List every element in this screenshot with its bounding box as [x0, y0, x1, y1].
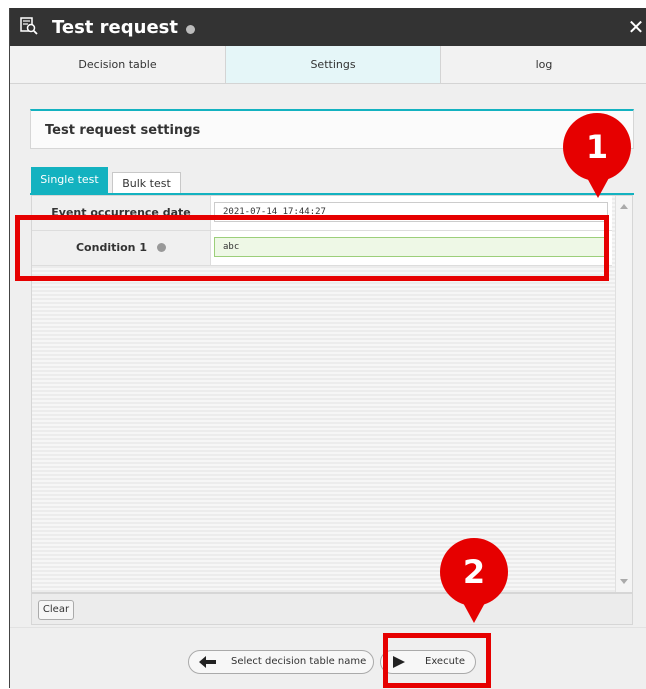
help-icon[interactable]: [186, 25, 195, 34]
scroll-up-icon[interactable]: [620, 204, 628, 209]
execute-button[interactable]: Execute: [380, 650, 476, 674]
grid-footer: Clear: [31, 593, 633, 625]
grid-row-condition-1: Condition 1 abc: [32, 231, 612, 266]
dialog-actions: Select decision table name Execute: [10, 627, 646, 689]
tab-settings[interactable]: Settings: [226, 46, 440, 83]
test-request-icon: [20, 17, 38, 35]
help-icon[interactable]: [157, 242, 166, 252]
event-date-field[interactable]: 2021-07-14 17:44:27: [214, 202, 608, 222]
arrow-left-icon: [199, 656, 216, 668]
clear-button[interactable]: Clear: [38, 600, 74, 620]
main-tabs: Decision table Settings log: [10, 46, 646, 84]
back-button-label: Select decision table name: [231, 656, 367, 667]
row-label: Event occurrence date: [32, 196, 211, 230]
condition-grid: Event occurrence date 2021-07-14 17:44:2…: [31, 195, 633, 593]
subtab-bulk-test[interactable]: Bulk test: [112, 172, 181, 194]
grid-row-event-date: Event occurrence date 2021-07-14 17:44:2…: [32, 196, 612, 231]
tab-log[interactable]: log: [440, 46, 646, 83]
settings-panel-header: Test request settings: [30, 109, 634, 149]
condition-1-field[interactable]: abc: [214, 237, 608, 257]
row-label-text: Event occurrence date: [51, 206, 191, 219]
row-label: Condition 1: [32, 231, 211, 265]
scroll-down-icon[interactable]: [620, 579, 628, 584]
titlebar: Test request ✕: [10, 8, 646, 46]
execute-button-label: Execute: [425, 656, 465, 667]
select-decision-table-button[interactable]: Select decision table name: [188, 650, 374, 674]
subtab-single-test[interactable]: Single test: [31, 167, 108, 194]
play-icon: [393, 656, 405, 668]
panel-title: Test request settings: [45, 123, 201, 138]
page-margin: [0, 0, 9, 688]
tab-decision-table[interactable]: Decision table: [10, 46, 226, 83]
callout-1: 1: [563, 113, 631, 181]
row-label-text: Condition 1: [75, 241, 147, 254]
dialog-title: Test request: [52, 17, 178, 38]
callout-2: 2: [440, 538, 508, 606]
test-request-dialog: Test request ✕ Decision table Settings l…: [9, 8, 646, 689]
grid-scrollbar[interactable]: [615, 196, 632, 592]
close-icon[interactable]: ✕: [624, 14, 646, 40]
